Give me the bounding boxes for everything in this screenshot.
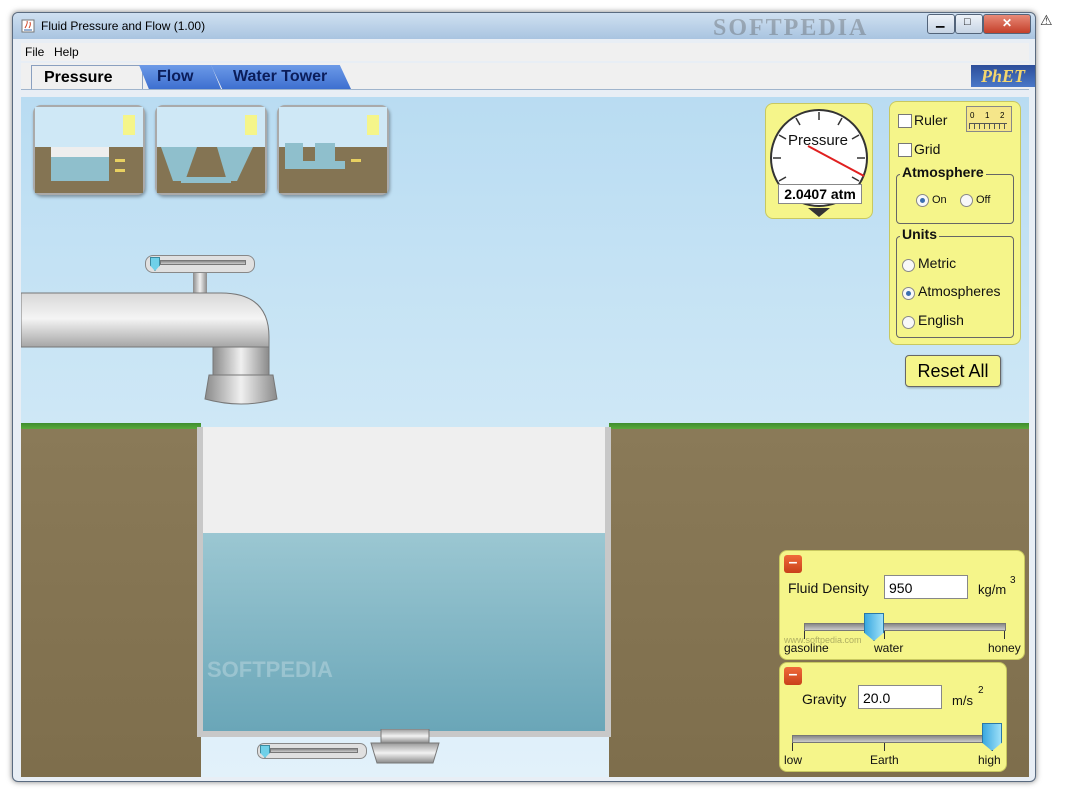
density-tick-water xyxy=(884,631,885,639)
drain-slider-thumb[interactable] xyxy=(260,745,270,758)
softpedia-url-overlay: www.softpedia.com xyxy=(784,635,862,645)
maximize-icon: □ xyxy=(964,16,971,28)
ground-left xyxy=(21,427,201,777)
chamber-pool-icon xyxy=(279,107,387,193)
density-tick-honey xyxy=(1004,631,1005,639)
title-bar[interactable]: Fluid Pressure and Flow (1.00) SOFTPEDIA… xyxy=(13,13,1035,41)
ruler-icon[interactable]: 0 1 2 xyxy=(966,106,1012,132)
fluid-density-unit: kg/m xyxy=(978,582,1007,597)
density-label-water: water xyxy=(874,641,904,655)
tab-bar: Pressure Flow Water Tower PhET xyxy=(21,63,1035,90)
gravity-thumb[interactable] xyxy=(982,723,1002,751)
units-metric-label[interactable]: Metric xyxy=(918,255,956,271)
faucet-slider[interactable] xyxy=(145,255,255,273)
scene-thumbnail-trapezoid-pool[interactable] xyxy=(155,105,267,195)
trapezoid-pool-icon xyxy=(157,107,265,193)
atmosphere-off-label[interactable]: Off xyxy=(976,194,990,206)
grid-checkbox[interactable] xyxy=(898,143,912,157)
ruler-tick-1: 1 xyxy=(985,111,990,120)
fluid-density-track xyxy=(804,623,1006,631)
tab-flow[interactable]: Flow xyxy=(139,65,221,89)
atmosphere-group xyxy=(896,174,1014,224)
reset-all-button[interactable]: Reset All xyxy=(905,355,1001,387)
gravity-tick-earth xyxy=(884,743,885,751)
minimize-density-panel-button[interactable]: – xyxy=(784,555,802,573)
fluid-density-thumb[interactable] xyxy=(864,613,884,641)
gauge-readout: 2.0407 atm xyxy=(778,184,862,204)
java-icon xyxy=(21,19,35,33)
atmosphere-on-label[interactable]: On xyxy=(932,194,947,206)
ruler-tick-0: 0 xyxy=(970,111,975,120)
units-atmospheres-label[interactable]: Atmospheres xyxy=(918,283,1000,299)
grass-right xyxy=(609,423,1029,429)
close-icon: ✕ xyxy=(1002,16,1013,30)
pressure-gauge[interactable]: Pressure 2.0407 atm xyxy=(765,103,873,219)
units-english-radio[interactable] xyxy=(902,316,915,329)
square-pool-icon xyxy=(35,107,143,193)
gravity-label: Gravity xyxy=(802,691,847,707)
faucet-slider-thumb[interactable] xyxy=(150,257,160,271)
window-title: Fluid Pressure and Flow (1.00) xyxy=(41,19,206,33)
close-button[interactable]: ✕ xyxy=(983,14,1031,34)
softpedia-overlay: SOFTPEDIA xyxy=(207,657,333,682)
gravity-tick-low xyxy=(792,743,793,751)
gauge-label: Pressure xyxy=(788,132,849,149)
minimize-button[interactable]: ▁ xyxy=(927,14,955,34)
minimize-icon: ▁ xyxy=(936,16,945,28)
pool-water xyxy=(203,533,605,731)
fluid-density-label: Fluid Density xyxy=(788,580,869,596)
drain-pipe xyxy=(370,729,440,764)
units-metric-radio[interactable] xyxy=(902,259,915,272)
grid-label[interactable]: Grid xyxy=(914,141,940,157)
scene-thumbnail-square-pool[interactable] xyxy=(33,105,145,195)
gravity-label-high: high xyxy=(978,753,1001,767)
menu-bar: File Help xyxy=(21,43,1029,61)
minimize-gravity-panel-button[interactable]: – xyxy=(784,667,802,685)
maximize-button[interactable]: □ xyxy=(955,14,983,34)
drain-slider-track xyxy=(270,748,358,753)
menu-help[interactable]: Help xyxy=(54,45,79,59)
warning-icon: ⚠ xyxy=(1040,12,1053,28)
scene-thumbnail-chamber-pool[interactable] xyxy=(277,105,389,195)
faucet-slider-track xyxy=(160,260,246,265)
fluid-density-unit-exponent: 3 xyxy=(1010,575,1016,586)
drain-slider[interactable] xyxy=(257,743,367,759)
softpedia-watermark: SOFTPEDIA xyxy=(713,15,869,41)
gravity-panel: – Gravity 20.0 m/s 2 low Earth high xyxy=(779,662,1007,772)
ruler-checkbox[interactable] xyxy=(898,114,912,128)
fluid-density-input[interactable]: 950 xyxy=(884,575,968,599)
menu-file[interactable]: File xyxy=(25,45,44,59)
ruler-ticks-marks xyxy=(969,123,1007,129)
tab-pressure[interactable]: Pressure xyxy=(31,65,143,89)
gauge-pointer-icon xyxy=(808,208,830,217)
phet-logo[interactable]: PhET xyxy=(971,65,1035,87)
atmosphere-off-radio[interactable] xyxy=(960,194,973,207)
density-label-honey: honey xyxy=(988,641,1021,655)
grass-left xyxy=(21,423,201,429)
units-atmospheres-radio[interactable] xyxy=(902,287,915,300)
gravity-label-earth: Earth xyxy=(870,753,899,767)
gravity-unit: m/s xyxy=(952,693,973,708)
units-english-label[interactable]: English xyxy=(918,312,964,328)
simulation-area: SOFTPEDIA Pressure 2.0407 atm Ruler 0 1 … xyxy=(21,97,1029,777)
options-panel: Ruler 0 1 2 Grid Atmosphere On Off Units… xyxy=(889,101,1021,345)
atmosphere-title: Atmosphere xyxy=(900,164,986,180)
gravity-label-low: low xyxy=(784,753,803,767)
fluid-density-panel: – Fluid Density 950 kg/m 3 gasoline wate… xyxy=(779,550,1025,660)
app-window: Fluid Pressure and Flow (1.00) SOFTPEDIA… xyxy=(12,12,1036,782)
ruler-label[interactable]: Ruler xyxy=(914,112,947,128)
pool-air xyxy=(203,427,605,533)
atmosphere-on-radio[interactable] xyxy=(916,194,929,207)
tab-water-tower[interactable]: Water Tower xyxy=(211,65,351,89)
gravity-unit-exponent: 2 xyxy=(978,685,984,696)
units-title: Units xyxy=(900,226,939,242)
gravity-track xyxy=(792,735,994,743)
gravity-input[interactable]: 20.0 xyxy=(858,685,942,709)
ruler-tick-2: 2 xyxy=(1000,111,1005,120)
